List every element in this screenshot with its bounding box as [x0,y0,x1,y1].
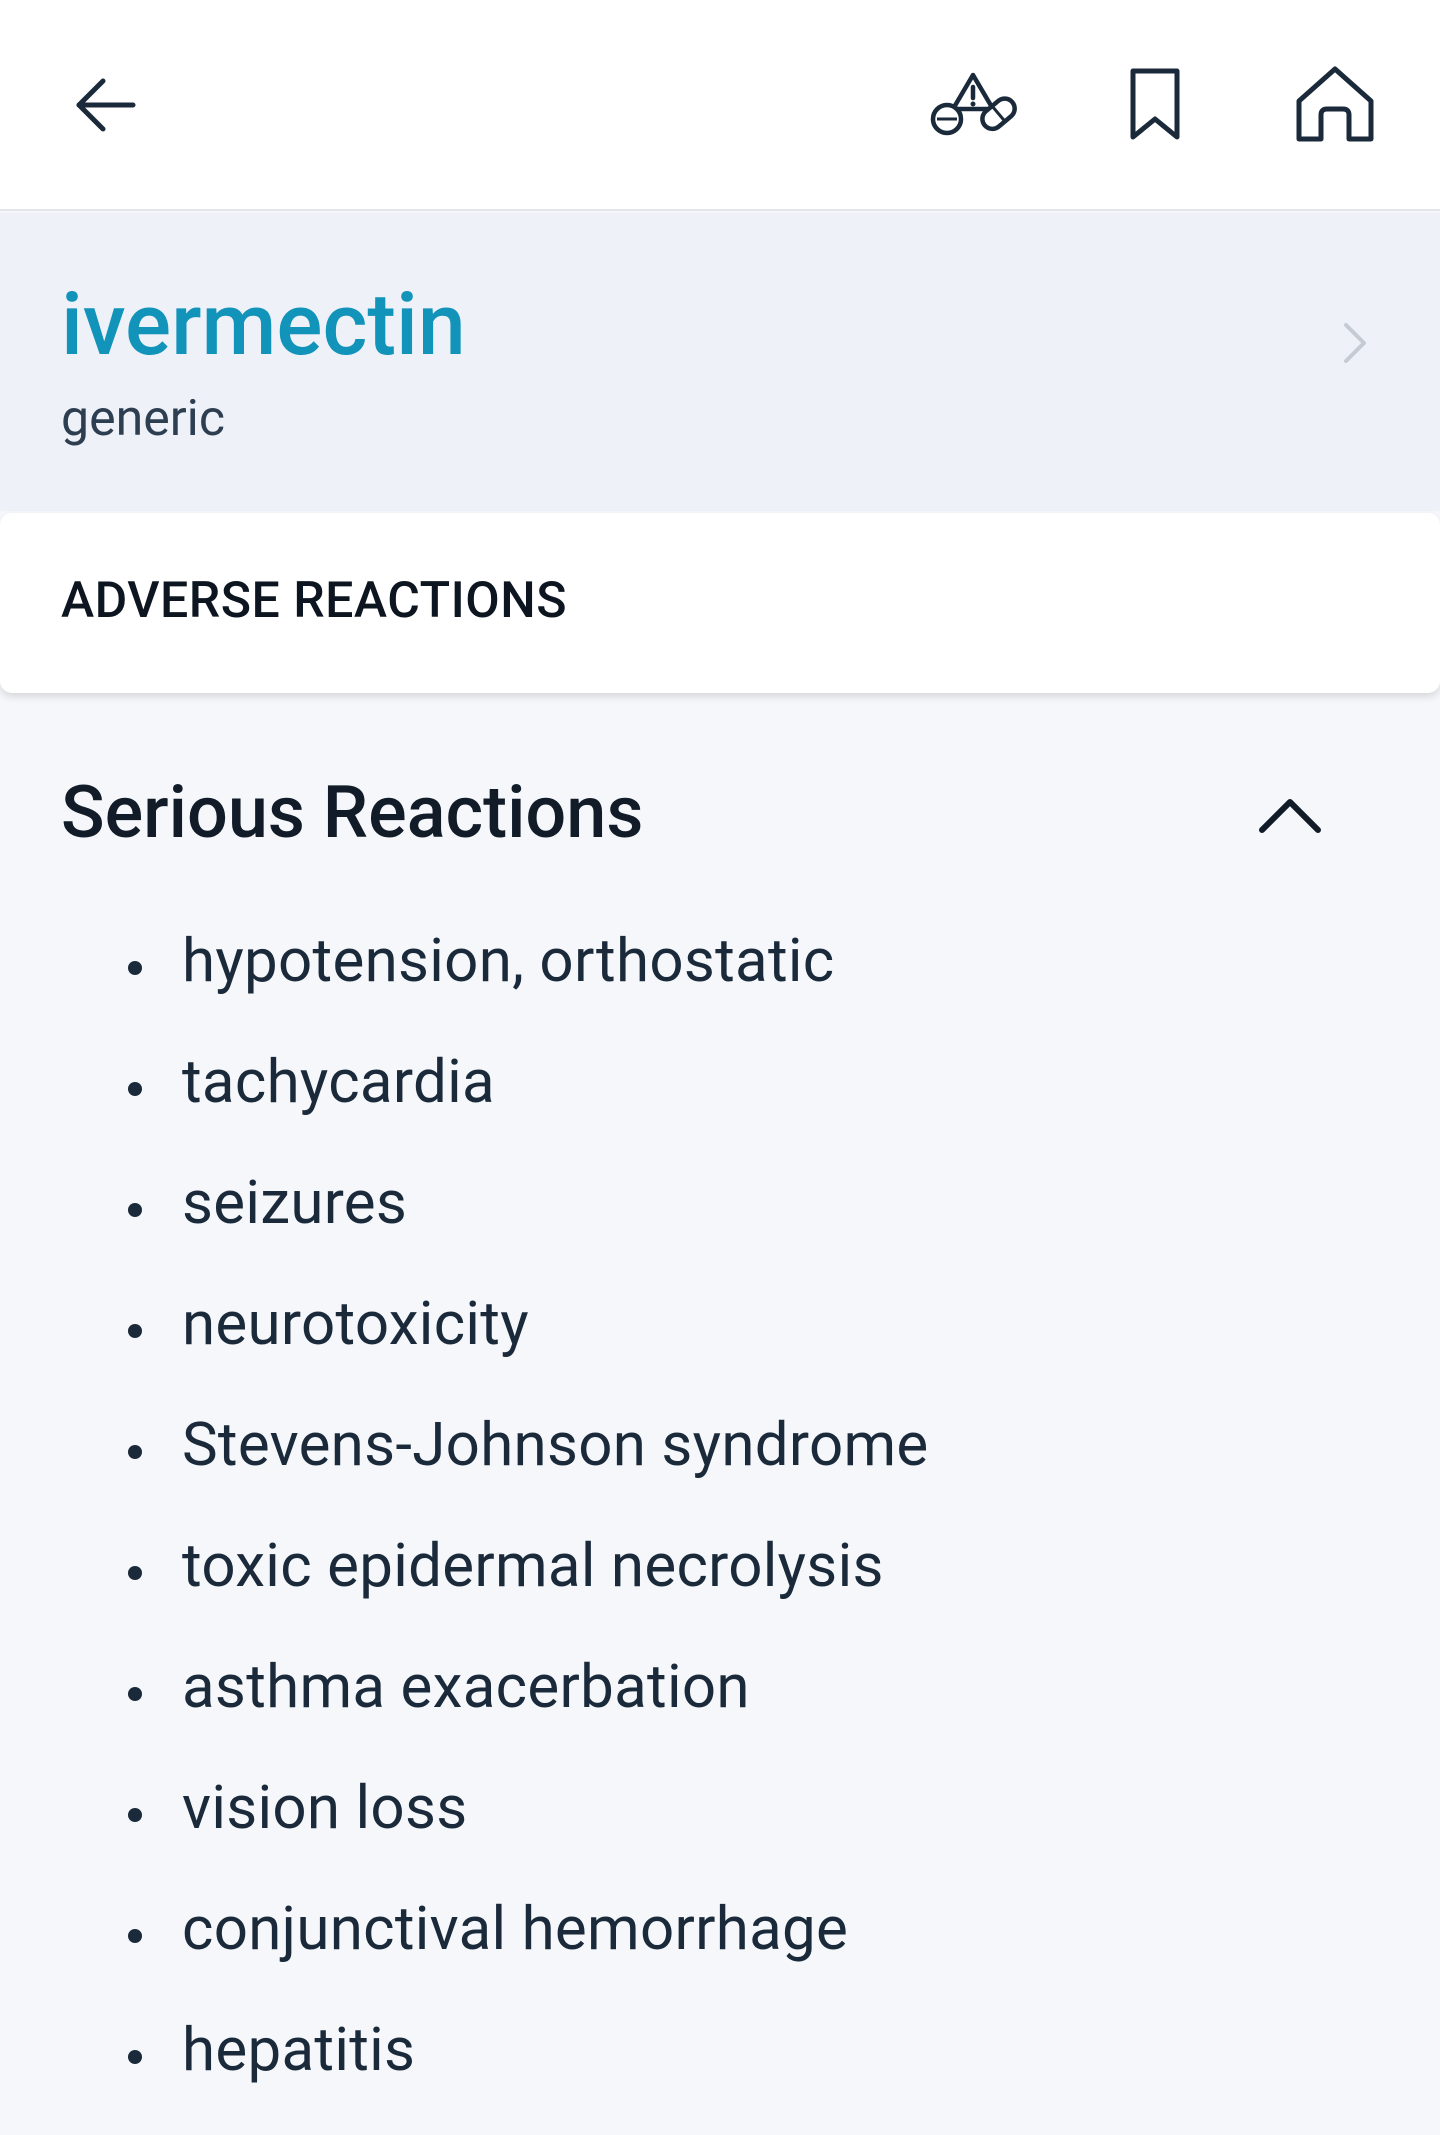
reaction-text: tachycardia [182,1045,495,1117]
serious-reactions-list: hypotension, orthostatic tachycardia sei… [0,900,1440,2110]
collapse-button[interactable] [1245,770,1335,860]
list-item: vision loss [0,1747,1440,1868]
bullet [128,1081,142,1096]
bullet [128,1444,142,1459]
drug-header[interactable]: ivermectin generic [0,213,1440,511]
list-item: asthma exacerbation [0,1626,1440,1747]
drug-name: ivermectin [61,274,466,375]
drug-interaction-icon [930,72,1017,136]
interaction-checker-button[interactable] [920,50,1030,160]
list-item: conjunctival hemorrhage [0,1868,1440,1989]
reaction-text: asthma exacerbation [182,1650,750,1722]
back-button[interactable] [50,50,160,160]
list-item: Stevens-Johnson syndrome [0,1384,1440,1505]
list-item: neurotoxicity [0,1263,1440,1384]
list-item: hypotension, orthostatic [0,900,1440,1021]
bullet [128,1323,142,1338]
list-item: toxic epidermal necrolysis [0,1505,1440,1626]
reaction-text: neurotoxicity [182,1287,529,1359]
section-card: ADVERSE REACTIONS [0,513,1440,693]
reaction-text: toxic epidermal necrolysis [182,1529,884,1601]
home-icon [1296,66,1374,142]
chevron-up-icon [1259,799,1321,833]
bullet [128,1807,142,1822]
list-item: seizures [0,1142,1440,1263]
list-item: hepatitis [0,1989,1440,2110]
serious-reactions-header[interactable]: Serious Reactions [0,760,1440,870]
bullet [128,1928,142,1943]
bookmark-button[interactable] [1100,50,1210,160]
reaction-text: conjunctival hemorrhage [182,1892,849,1964]
bullet [128,1202,142,1217]
bullet [128,1686,142,1701]
bullet [128,2049,142,2064]
bookmark-icon [1130,68,1180,140]
reaction-text: hypotension, orthostatic [182,924,835,996]
bullet [128,1565,142,1580]
reaction-text: vision loss [182,1771,468,1843]
reaction-text: seizures [182,1166,408,1238]
section-title: ADVERSE REACTIONS [61,572,567,630]
drug-type: generic [61,390,225,448]
list-item: tachycardia [0,1021,1440,1142]
home-button[interactable] [1280,50,1390,160]
group-title: Serious Reactions [61,770,644,855]
bullet [128,960,142,975]
reaction-text: hepatitis [182,2013,416,2085]
top-app-bar [0,0,1440,211]
reaction-text: Stevens-Johnson syndrome [182,1408,929,1480]
chevron-right-icon [1344,323,1366,363]
arrow-left-icon [76,78,136,132]
